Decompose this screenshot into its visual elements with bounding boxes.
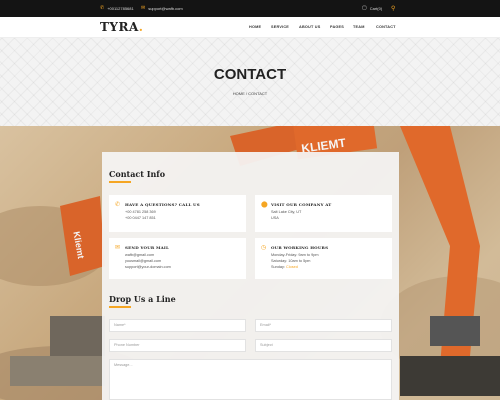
breadcrumb: HOME / CONTACT [0,91,500,96]
envelope-icon: ✉ [115,245,121,251]
nav-pages[interactable]: PAGES [330,25,344,29]
map-marker-icon: ⬤ [261,202,268,208]
search-icon[interactable]: ⚲ [391,5,395,12]
contact-info-title: Contact Info [109,169,166,179]
breadcrumb-current: CONTACT [248,91,268,96]
clock-icon: ◷ [261,245,267,251]
logo[interactable]: TYRA. [100,20,143,34]
card-title: HAVE A QUESTIONS? CALL US [125,202,200,207]
topbar-email[interactable]: ✉ support@wafb.com [141,5,183,12]
card-title: VISIT OUR COMPANY AT [271,202,332,207]
card-line: Monday-Friday: 9am to 9pm [271,253,319,257]
top-bar: ✆ +00112785681 ✉ support@wafb.com ▢ Cart… [0,0,500,17]
page-banner: CONTACT HOME / CONTACT [0,38,500,126]
phone-field[interactable]: Phone Number [109,339,246,352]
form-title: Drop Us a Line [109,294,176,304]
card-line: Salt Lake City, UT [271,210,302,214]
cart-icon: ▢ [362,5,367,11]
email-field[interactable]: Email* [255,319,392,332]
name-field[interactable]: Name* [109,319,246,332]
nav-contact[interactable]: CONTACT [376,25,396,29]
card-line[interactable]: +00 0447 147 851 [125,216,156,220]
sunday-value: Closed [286,265,298,269]
card-visit-us: ⬤ VISIT OUR COMPANY AT Salt Lake City, U… [255,195,392,232]
logo-dot: . [138,20,144,34]
topbar-phone-text: +00112785681 [107,6,134,11]
sunday-label: Sunday: [271,265,285,269]
card-line[interactable]: support@your-domain.com [125,265,171,269]
message-field[interactable]: Message... [109,359,392,400]
cart-label: Cart(0) [369,6,383,11]
card-title: OUR WORKING HOURS [271,245,329,250]
phone-icon: ✆ [100,5,105,11]
card-line[interactable]: +00 4781 258 369 [125,210,156,214]
form-title-underline [109,306,131,308]
page-title: CONTACT [213,66,287,83]
cart-link[interactable]: ▢ Cart(0) [362,5,383,12]
card-working-hours: ◷ OUR WORKING HOURS Monday-Friday: 9am t… [255,238,392,279]
contact-info-underline [109,181,131,183]
phone-icon: ✆ [115,202,121,208]
card-send-mail: ✉ SEND YOUR MAIL wafb@gmail.com yousmail… [109,238,246,279]
card-line: USA [271,216,279,220]
topbar-phone[interactable]: ✆ +00112785681 [100,5,134,12]
card-title: SEND YOUR MAIL [125,245,170,250]
nav-home[interactable]: HOME [249,25,261,29]
breadcrumb-separator: / [245,91,248,96]
nav-about-us[interactable]: ABOUT US [299,25,320,29]
card-line[interactable]: wafb@gmail.com [125,253,154,257]
breadcrumb-home[interactable]: HOME [233,91,245,96]
card-line: Saturday: 10am to 5pm [271,259,311,263]
logo-text: TYRA [100,20,139,34]
header: TYRA. HOME SERVICE ABOUT US PAGES TEAM C… [0,17,500,38]
topbar-email-text: support@wafb.com [148,6,183,11]
envelope-icon: ✉ [141,5,146,11]
contact-panel: Contact Info ✆ HAVE A QUESTIONS? CALL US… [102,152,399,400]
card-line: Sunday: Closed [271,265,298,269]
nav-service[interactable]: SERVICE [271,25,289,29]
nav-team[interactable]: TEAM [353,25,365,29]
card-line[interactable]: yousmail@gmail.com [125,259,161,263]
subject-field[interactable]: Subject [255,339,392,352]
card-call-us: ✆ HAVE A QUESTIONS? CALL US +00 4781 258… [109,195,246,232]
